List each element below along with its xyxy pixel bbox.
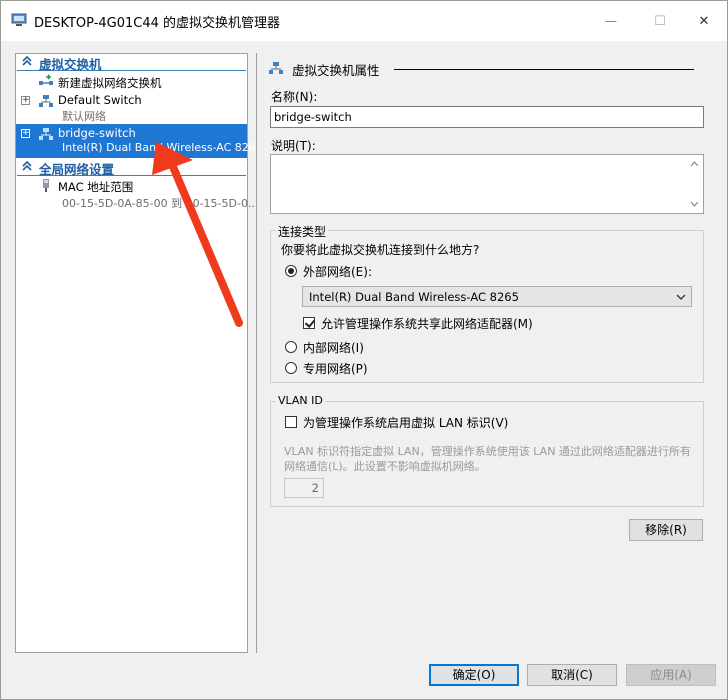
ok-button[interactable]: 确定(O) bbox=[429, 664, 519, 686]
internal-network-radio[interactable] bbox=[285, 341, 297, 353]
tree-item-sublabel: 00-15-5D-0A-85-00 到 00-15-5D-0... bbox=[62, 197, 259, 210]
minimize-button[interactable]: — bbox=[588, 1, 634, 41]
expand-plus-icon[interactable]: + bbox=[21, 129, 30, 138]
external-network-label: 外部网络(E): bbox=[303, 265, 372, 279]
vlan-description: VLAN 标识符指定虚拟 LAN，管理操作系统使用该 LAN 通过此网络适配器进… bbox=[284, 445, 691, 473]
section-divider bbox=[394, 69, 694, 70]
name-input[interactable]: bridge-switch bbox=[270, 106, 704, 128]
tree-item-sublabel: 默认网络 bbox=[62, 110, 106, 123]
notes-label: 说明(T): bbox=[271, 139, 316, 153]
apply-button[interactable]: 应用(A) bbox=[626, 664, 716, 686]
tree-item-label: MAC 地址范围 bbox=[58, 180, 134, 194]
collapse-chevron-icon bbox=[22, 55, 32, 66]
network-switch-icon bbox=[39, 95, 53, 107]
switch-properties-pane: 虚拟交换机属性 名称(N): bridge-switch 说明(T): 连接类型… bbox=[256, 53, 717, 653]
close-button[interactable]: ✕ bbox=[681, 1, 727, 41]
category-label: 全局网络设置 bbox=[39, 162, 115, 177]
network-switch-icon bbox=[39, 128, 53, 140]
minimize-icon: — bbox=[605, 14, 617, 28]
vlan-enable-label: 为管理操作系统启用虚拟 LAN 标识(V) bbox=[303, 416, 509, 430]
tree-item-label: Default Switch bbox=[58, 93, 142, 107]
switch-manager-window: DESKTOP-4G01C44 的虚拟交换机管理器 — ☐ ✕ 虚拟交换机 新建… bbox=[0, 0, 728, 700]
cancel-button[interactable]: 取消(C) bbox=[527, 664, 617, 686]
adapter-select[interactable]: Intel(R) Dual Band Wireless-AC 8265 bbox=[302, 286, 692, 307]
scroll-up-icon[interactable] bbox=[690, 161, 699, 167]
scroll-down-icon[interactable] bbox=[690, 201, 699, 207]
switch-tree: 虚拟交换机 新建虚拟网络交换机 + Default Switch 默认网络 + … bbox=[15, 53, 263, 653]
expand-plus-icon[interactable]: + bbox=[21, 96, 30, 105]
section-title-text: 虚拟交换机属性 bbox=[292, 63, 380, 78]
properties-section-title: 虚拟交换机属性 bbox=[267, 59, 707, 78]
switch-manager-app-icon bbox=[11, 13, 27, 26]
notes-scrollbar[interactable] bbox=[686, 155, 703, 213]
network-switch-icon bbox=[269, 62, 283, 74]
tree-item-sublabel: Intel(R) Dual Band Wireless-AC 8265 bbox=[62, 141, 263, 154]
title-bar: DESKTOP-4G01C44 的虚拟交换机管理器 — ☐ ✕ bbox=[1, 1, 727, 41]
chevron-down-icon bbox=[676, 294, 686, 300]
category-label: 虚拟交换机 bbox=[39, 57, 102, 72]
vlan-group-title: VLAN ID bbox=[276, 394, 325, 407]
vlan-id-input[interactable]: 2 bbox=[284, 478, 324, 498]
allow-share-checkbox[interactable] bbox=[303, 317, 315, 329]
tree-item-new-switch[interactable]: 新建虚拟网络交换机 bbox=[16, 73, 247, 91]
notes-textarea[interactable] bbox=[270, 154, 704, 214]
tree-item-label: bridge-switch bbox=[58, 126, 136, 140]
private-network-label: 专用网络(P) bbox=[303, 362, 368, 376]
tree-item-mac-range[interactable]: MAC 地址范围 00-15-5D-0A-85-00 到 00-15-5D-0.… bbox=[16, 178, 258, 212]
tree-item-bridge-switch[interactable]: + bridge-switch Intel(R) Dual Band Wirel… bbox=[16, 124, 263, 158]
maximize-button[interactable]: ☐ bbox=[637, 1, 683, 41]
remove-button[interactable]: 移除(R) bbox=[629, 519, 703, 541]
window-title: DESKTOP-4G01C44 的虚拟交换机管理器 bbox=[34, 16, 281, 31]
vlan-enable-checkbox[interactable] bbox=[285, 416, 297, 428]
adapter-selected-value: Intel(R) Dual Band Wireless-AC 8265 bbox=[309, 290, 519, 304]
network-adapter-icon bbox=[43, 179, 49, 192]
private-network-radio[interactable] bbox=[285, 362, 297, 374]
collapse-chevron-icon bbox=[22, 160, 32, 171]
name-label: 名称(N): bbox=[271, 90, 318, 104]
maximize-icon: ☐ bbox=[654, 13, 666, 29]
close-icon: ✕ bbox=[698, 13, 710, 29]
connection-question: 你要将此虚拟交换机连接到什么地方? bbox=[281, 243, 480, 257]
new-switch-icon bbox=[39, 74, 53, 85]
external-network-radio[interactable] bbox=[285, 265, 297, 277]
tree-item-label: 新建虚拟网络交换机 bbox=[58, 76, 162, 90]
internal-network-label: 内部网络(I) bbox=[303, 341, 364, 355]
connection-type-title: 连接类型 bbox=[276, 223, 329, 240]
tree-item-default-switch[interactable]: + Default Switch 默认网络 bbox=[16, 92, 247, 124]
allow-share-label: 允许管理操作系统共享此网络适配器(M) bbox=[321, 317, 533, 331]
category-global-network-settings[interactable]: 全局网络设置 bbox=[17, 159, 246, 177]
category-virtual-switches[interactable]: 虚拟交换机 bbox=[17, 54, 246, 72]
